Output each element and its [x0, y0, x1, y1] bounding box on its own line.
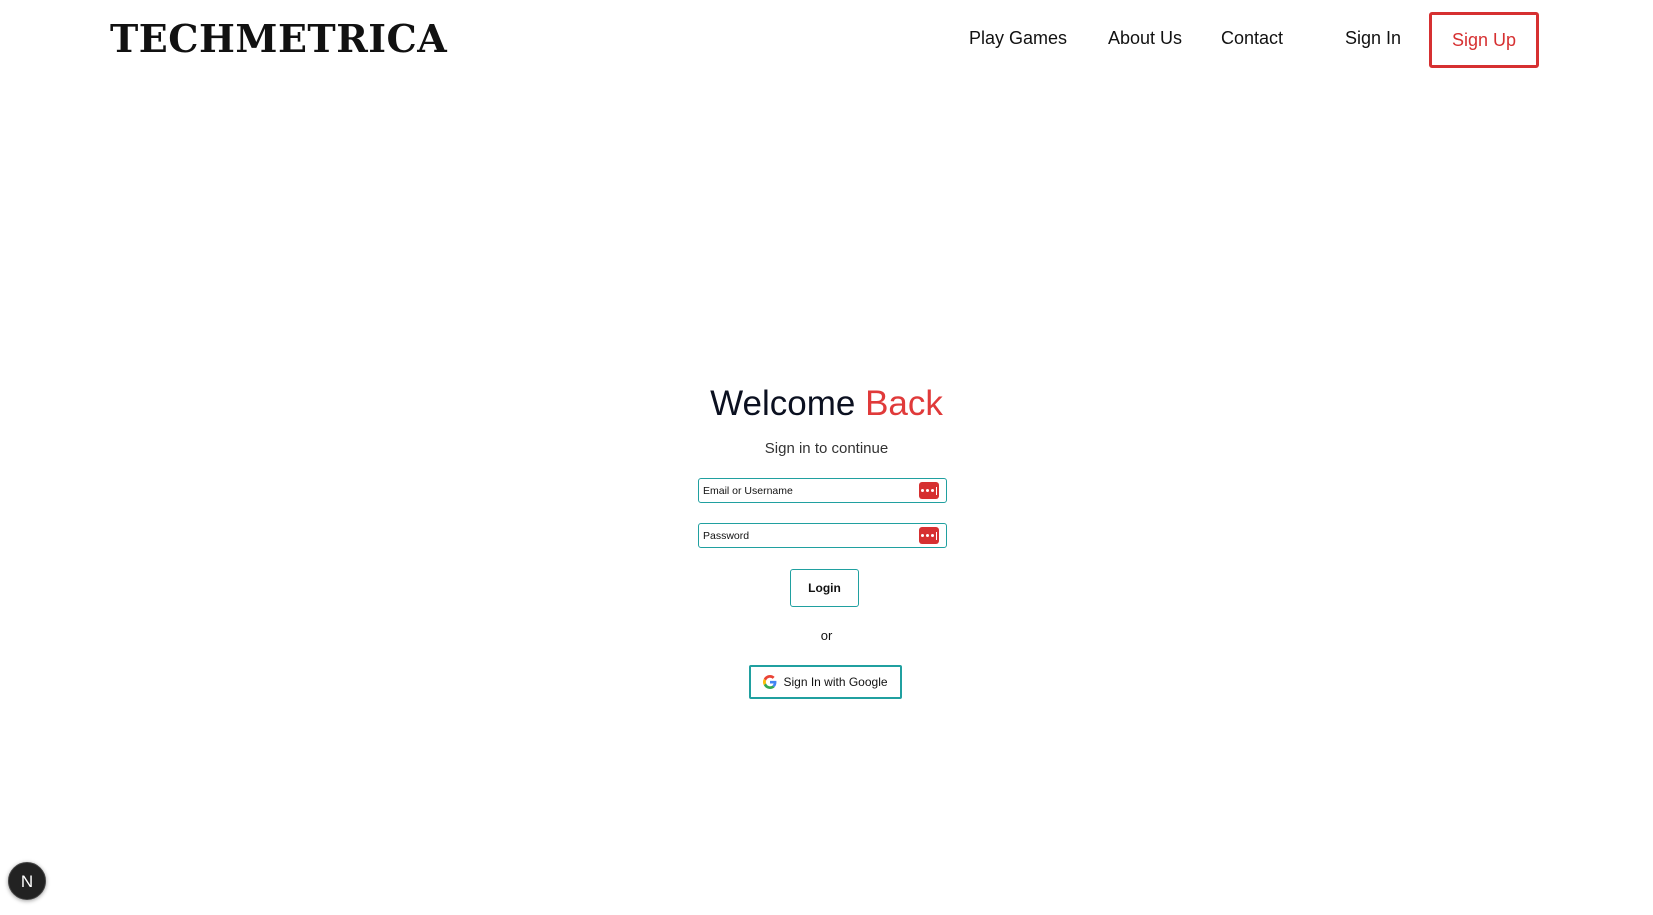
password-manager-icon[interactable] — [919, 527, 939, 544]
sign-up-button[interactable]: Sign Up — [1429, 12, 1539, 68]
page-title: Welcome Back — [0, 382, 1653, 426]
google-sign-in-button[interactable]: Sign In with Google — [749, 665, 902, 699]
title-accent: Back — [865, 384, 943, 423]
password-manager-icon[interactable] — [919, 482, 939, 499]
site-header: TECHMETRICA Play Games About Us Contact … — [0, 0, 1653, 78]
login-button[interactable]: Login — [790, 569, 859, 607]
password-field[interactable] — [703, 524, 911, 547]
nav-contact[interactable]: Contact — [1221, 12, 1283, 65]
google-button-label: Sign In with Google — [783, 675, 888, 689]
title-prefix: Welcome — [710, 384, 856, 423]
nav-sign-in[interactable]: Sign In — [1345, 12, 1401, 65]
google-icon — [763, 675, 777, 689]
email-field[interactable] — [703, 479, 911, 502]
nav-play-games[interactable]: Play Games — [969, 12, 1067, 65]
password-field-container — [698, 523, 947, 548]
site-logo[interactable]: TECHMETRICA — [110, 14, 447, 64]
page: TECHMETRICA Play Games About Us Contact … — [0, 0, 1653, 915]
email-field-container — [698, 478, 947, 503]
page-subtitle: Sign in to continue — [764, 440, 889, 457]
or-divider-text: or — [820, 628, 833, 643]
nav-about-us[interactable]: About Us — [1108, 12, 1182, 65]
dev-tools-badge[interactable]: N — [8, 862, 46, 900]
